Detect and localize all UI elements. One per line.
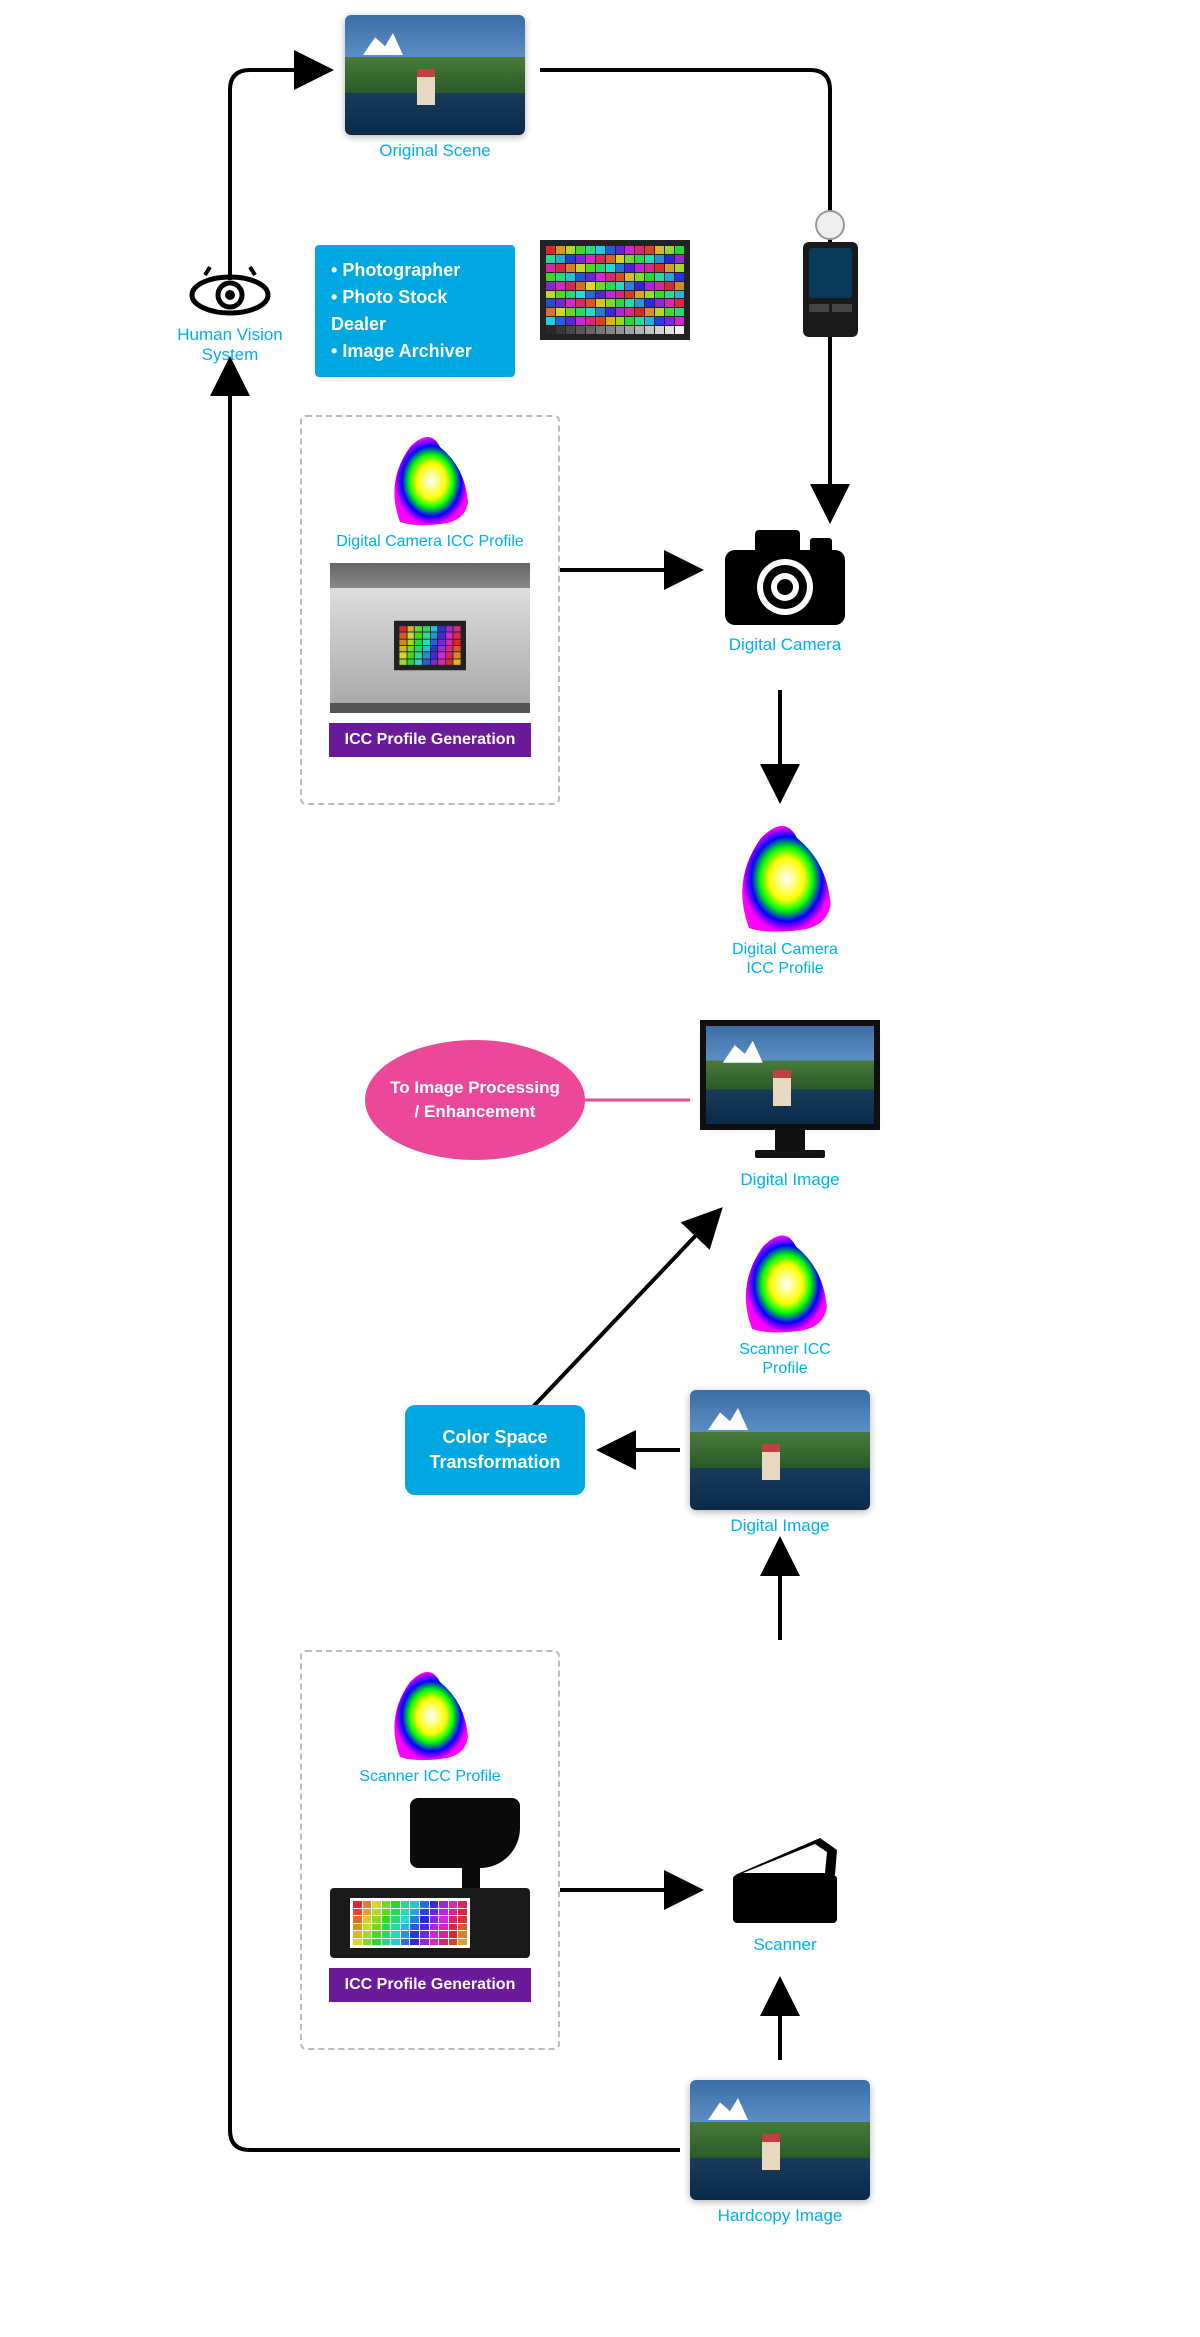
scanner-icon: [725, 1830, 845, 1930]
gamut-icon: [725, 820, 845, 940]
eye-icon: [185, 265, 275, 320]
landscape-image-icon: [345, 15, 525, 135]
role-item: Photo Stock Dealer: [331, 284, 499, 338]
role-item: Photographer: [331, 257, 499, 284]
scanner-label: Scanner: [720, 1935, 850, 1955]
gamut-icon: [730, 1230, 840, 1340]
role-item: Image Archiver: [331, 338, 499, 365]
camera-icc-node: Digital Camera ICC Profile: [720, 820, 850, 978]
digital-image-label: Digital Image: [690, 1170, 890, 1190]
gamut-icon: [380, 432, 480, 532]
hardcopy-label: Hardcopy Image: [690, 2206, 870, 2226]
icc-generation-box-camera: Digital Camera ICC Profile document.writ…: [300, 415, 560, 805]
human-vision-label: Human Vision System: [170, 325, 290, 366]
scanner-node: Scanner: [720, 1830, 850, 1955]
diagram-canvas: Human Vision System Original Scene Photo…: [200, 20, 1000, 2320]
to-image-processing-node: To Image Processing / Enhancement: [365, 1040, 585, 1160]
hardcopy-node: Hardcopy Image: [690, 2080, 870, 2226]
original-scene-node: Original Scene: [345, 15, 525, 161]
digital-camera-label: Digital Camera: [720, 635, 850, 655]
camera-icc-label2: Digital Camera ICC Profile: [720, 940, 850, 978]
digital-image2-node: Digital Image: [690, 1390, 870, 1536]
light-meter-icon: [795, 210, 865, 350]
icc-gen-label: ICC Profile Generation: [329, 723, 532, 757]
digital-image2-label: Digital Image: [690, 1516, 870, 1536]
landscape-image-icon: [690, 1390, 870, 1510]
camera-icc-profile-label: Digital Camera ICC Profile: [317, 532, 543, 551]
digital-image-monitor-node: Digital Image: [690, 1020, 890, 1190]
scanner-icc-node: Scanner ICC Profile: [720, 1230, 850, 1378]
roles-box: Photographer Photo Stock Dealer Image Ar…: [315, 245, 515, 377]
original-scene-label: Original Scene: [345, 141, 525, 161]
landscape-image-icon: [690, 2080, 870, 2200]
icc-gen-label2: ICC Profile Generation: [329, 1968, 532, 2002]
calibration-device-icon: document.write(Array.from({length:72},(_…: [330, 1798, 530, 1958]
scanner-icc-label2: Scanner ICC Profile: [317, 1767, 543, 1786]
human-vision-node: Human Vision System: [170, 265, 290, 366]
digital-camera-node: Digital Camera: [720, 520, 850, 655]
gamut-icon: [380, 1667, 480, 1767]
color-space-box: Color Space Transformation: [405, 1405, 585, 1495]
scanner-icc-label: Scanner ICC Profile: [720, 1340, 850, 1378]
viewing-booth-icon: document.write(Array.from({length:48},(_…: [330, 563, 530, 713]
color-checker-icon: document.write(Array.from({length:140},(…: [540, 240, 690, 340]
camera-icon: [720, 520, 850, 630]
icc-generation-box-scanner: Scanner ICC Profile document.write(Array…: [300, 1650, 560, 2050]
monitor-icon: [690, 1020, 890, 1170]
